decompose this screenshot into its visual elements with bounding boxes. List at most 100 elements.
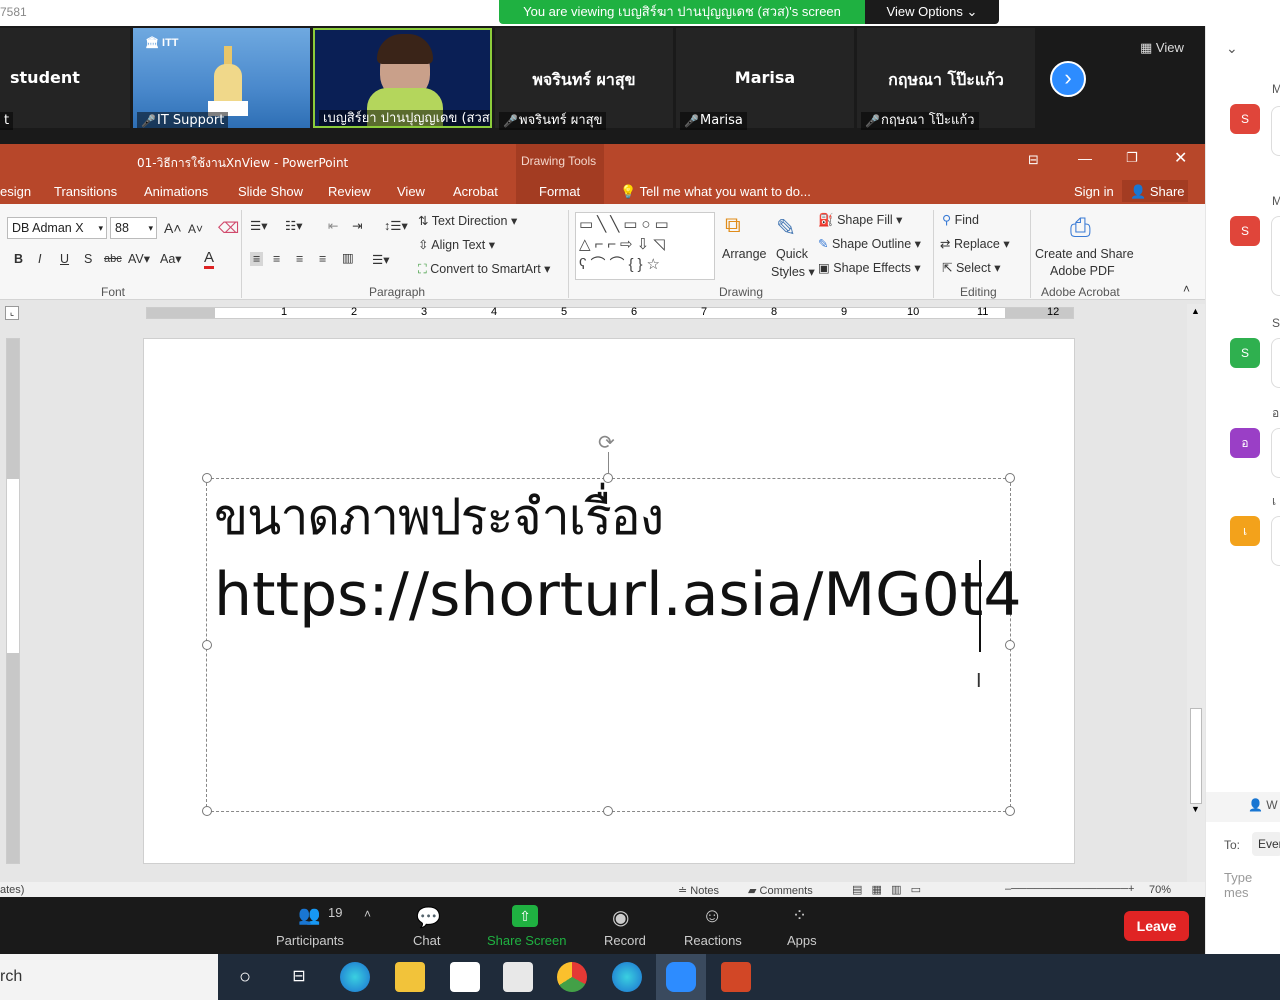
participant-tile[interactable]: student t bbox=[0, 28, 130, 130]
char-spacing-icon[interactable]: AV▾ bbox=[128, 251, 150, 266]
active-speaker-tile[interactable]: เบญสิร์ยา ปานปุญญเดข (สวส) bbox=[313, 28, 492, 128]
gallery-view-button[interactable]: ▦ View bbox=[1140, 40, 1184, 56]
tab-animations[interactable]: Animations bbox=[144, 184, 208, 199]
columns-icon[interactable]: ▥ bbox=[342, 250, 354, 265]
font-color-icon[interactable]: A bbox=[204, 249, 215, 269]
slide-text-line1[interactable]: ขนาดภาพประจำเรื่อง bbox=[214, 478, 664, 557]
shape-fill-button[interactable]: ⛽ Shape Fill ▾ bbox=[818, 212, 902, 228]
bold-icon[interactable]: B bbox=[14, 252, 23, 266]
resize-handle[interactable] bbox=[603, 806, 613, 816]
replace-button[interactable]: ⇄ Replace ▾ bbox=[940, 236, 1010, 251]
shapes-gallery[interactable]: ▭╲╲▭○▭ △⌐⌐⇨⇩◹ ʕ⌒⌒{}☆ bbox=[575, 212, 715, 280]
clear-format-icon[interactable]: ⌫ bbox=[218, 219, 239, 237]
justify-icon[interactable]: ≡ bbox=[319, 252, 326, 266]
participant-tile[interactable]: 🏛 ITT 🎤 IT Support bbox=[133, 28, 310, 128]
convert-smartart-button[interactable]: ⛶ Convert to SmartArt ▾ bbox=[418, 261, 550, 277]
minimize-icon[interactable]: — bbox=[1078, 150, 1092, 166]
line-spacing-icon[interactable]: ↕☰▾ bbox=[384, 218, 408, 233]
scroll-up-icon[interactable]: ▲ bbox=[1191, 306, 1200, 316]
vertical-scrollbar[interactable]: ▲ ▼ bbox=[1187, 304, 1205, 882]
collapse-ribbon-icon[interactable]: ˄ bbox=[1183, 282, 1190, 296]
tab-slide-show[interactable]: Slide Show bbox=[238, 184, 303, 199]
align-center-icon[interactable]: ≡ bbox=[273, 252, 280, 266]
participants-button[interactable]: Participants bbox=[276, 933, 344, 948]
powerpoint-icon[interactable] bbox=[721, 962, 751, 992]
who-can-see[interactable]: 👤 W bbox=[1248, 798, 1278, 812]
tab-design[interactable]: esign bbox=[0, 184, 31, 199]
edge-icon-2[interactable] bbox=[612, 962, 642, 992]
apps-button[interactable]: Apps bbox=[787, 933, 817, 948]
zoom-slider[interactable]: –───────────────+ bbox=[1005, 883, 1134, 895]
decrease-indent-icon[interactable]: ⇤ bbox=[328, 218, 338, 233]
change-case-icon[interactable]: Aa▾ bbox=[160, 251, 182, 266]
align-right-icon[interactable]: ≡ bbox=[296, 252, 303, 266]
quick-styles-label[interactable]: Quick bbox=[776, 247, 808, 261]
view-options-button[interactable]: View Options ⌄ bbox=[865, 0, 999, 24]
shadow-icon[interactable]: S bbox=[84, 252, 92, 266]
numbering-icon[interactable]: ☷▾ bbox=[285, 218, 302, 233]
increase-indent-icon[interactable]: ⇥ bbox=[352, 218, 362, 233]
bullets-icon[interactable]: ☰▾ bbox=[250, 218, 267, 233]
chevron-up-icon[interactable]: ˄ bbox=[364, 907, 371, 921]
scroll-thumb[interactable] bbox=[1190, 708, 1202, 804]
close-icon[interactable]: ✕ bbox=[1174, 148, 1187, 168]
recipient-select[interactable]: Ever bbox=[1252, 832, 1280, 856]
find-button[interactable]: ⚲ Find bbox=[942, 212, 979, 227]
message-input[interactable]: Type mes bbox=[1224, 870, 1280, 900]
leave-button[interactable]: Leave bbox=[1124, 911, 1189, 941]
resize-handle[interactable] bbox=[1005, 640, 1015, 650]
comments-button[interactable]: ▰ Comments bbox=[748, 884, 813, 897]
tell-me-box[interactable]: 💡 Tell me what you want to do... bbox=[620, 184, 811, 200]
slide-text-line2[interactable]: https://shorturl.asia/MG0t4 bbox=[214, 560, 1022, 630]
scroll-down-icon[interactable]: ▼ bbox=[1191, 804, 1200, 814]
tab-view[interactable]: View bbox=[397, 184, 425, 199]
mail-icon[interactable] bbox=[503, 962, 533, 992]
text-direction-button[interactable]: ⇅ Text Direction ▾ bbox=[418, 213, 517, 228]
store-icon[interactable] bbox=[450, 962, 480, 992]
shape-effects-button[interactable]: ▣ Shape Effects ▾ bbox=[818, 260, 921, 275]
strikethrough-icon[interactable]: abc bbox=[104, 253, 122, 265]
participant-tile[interactable]: พจรินทร์ ผาสุข 🎤 พจรินทร์ ผาสุข bbox=[495, 28, 673, 130]
select-button[interactable]: ⇱ Select ▾ bbox=[942, 260, 1000, 275]
resize-handle[interactable] bbox=[202, 473, 212, 483]
reactions-button[interactable]: Reactions bbox=[684, 933, 742, 948]
edge-icon[interactable] bbox=[340, 962, 370, 992]
notes-button[interactable]: ≐ Notes bbox=[678, 884, 719, 897]
shape-outline-button[interactable]: ✎ Shape Outline ▾ bbox=[818, 236, 921, 251]
rotate-handle-icon[interactable]: ⟳ bbox=[598, 430, 615, 455]
grow-font-icon[interactable]: A˄ bbox=[164, 220, 182, 236]
styles-label[interactable]: Styles ▾ bbox=[771, 264, 815, 279]
align-text-button[interactable]: ⇳ Align Text ▾ bbox=[418, 237, 495, 252]
arrange-button[interactable]: Arrange bbox=[722, 247, 766, 261]
font-size-select[interactable]: 88 ▾ bbox=[110, 217, 157, 239]
align-text-icon[interactable]: ☰▾ bbox=[372, 252, 389, 267]
italic-icon[interactable]: I bbox=[38, 252, 41, 266]
sign-in-link[interactable]: Sign in bbox=[1074, 184, 1114, 199]
underline-icon[interactable]: U bbox=[60, 252, 69, 266]
font-name-select[interactable]: DB Adman X ▾ bbox=[7, 217, 107, 239]
participant-tile[interactable]: กฤษณา โป๊ะแก้ว 🎤 กฤษณา โป๊ะแก้ว bbox=[857, 28, 1035, 130]
tab-selector-icon[interactable]: ⌞ bbox=[5, 306, 19, 320]
tab-format[interactable]: Format bbox=[539, 184, 580, 199]
tab-acrobat[interactable]: Acrobat bbox=[453, 184, 498, 199]
adobe-pdf-label[interactable]: Adobe PDF bbox=[1050, 264, 1115, 278]
participant-tile[interactable]: Marisa 🎤 Marisa bbox=[676, 28, 854, 130]
chevron-down-icon[interactable]: ⌄ bbox=[1226, 40, 1238, 57]
create-share-label[interactable]: Create and Share bbox=[1035, 247, 1134, 261]
zoom-icon[interactable] bbox=[666, 962, 696, 992]
taskbar-search[interactable]: rch bbox=[0, 954, 218, 1000]
restore-icon[interactable]: ❐ bbox=[1126, 150, 1138, 166]
start-circle-icon[interactable]: ○ bbox=[230, 962, 260, 992]
file-explorer-icon[interactable] bbox=[395, 962, 425, 992]
next-page-button[interactable]: › bbox=[1050, 61, 1086, 97]
shrink-font-icon[interactable]: A˅ bbox=[188, 222, 203, 236]
resize-handle[interactable] bbox=[1005, 806, 1015, 816]
share-screen-button[interactable]: Share Screen bbox=[487, 933, 567, 948]
record-button[interactable]: Record bbox=[604, 933, 646, 948]
task-view-icon[interactable]: ⊟ bbox=[284, 962, 314, 992]
resize-handle[interactable] bbox=[1005, 473, 1015, 483]
view-buttons[interactable]: ▤ ▦ ▥ ▭ bbox=[852, 883, 921, 896]
ribbon-display-icon[interactable]: ⊟ bbox=[1028, 152, 1039, 168]
tab-review[interactable]: Review bbox=[328, 184, 371, 199]
chrome-icon[interactable] bbox=[557, 962, 587, 992]
